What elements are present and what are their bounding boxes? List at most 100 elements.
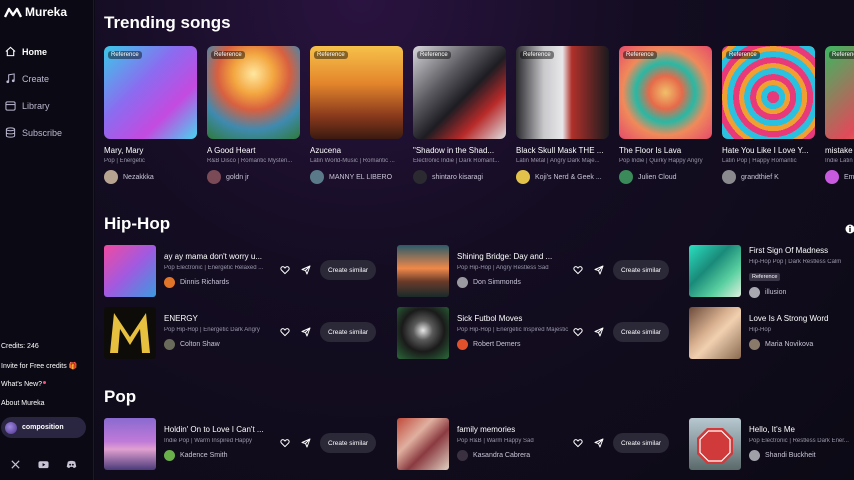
song-cover[interactable]: Reference	[516, 46, 609, 139]
heart-icon[interactable]	[573, 327, 583, 337]
song-title[interactable]: mistake	[825, 146, 854, 155]
nav-subscribe[interactable]: Subscribe	[0, 119, 94, 146]
trending-card[interactable]: Reference Azucena Latin World-Music | Ro…	[310, 46, 403, 184]
song-cover[interactable]	[689, 245, 741, 297]
share-icon[interactable]	[594, 438, 604, 448]
create-similar-button[interactable]: Create similar	[613, 433, 669, 453]
song-artist[interactable]: Julien Cloud	[619, 170, 712, 184]
song-artist[interactable]: Maria Novikova	[749, 339, 854, 350]
song-artist[interactable]: Nezakkka	[104, 170, 197, 184]
song-title[interactable]: A Good Heart	[207, 146, 300, 155]
song-artist[interactable]: Colton Shaw	[164, 339, 276, 350]
song-artist[interactable]: Em	[825, 170, 854, 184]
song-title[interactable]: Love Is A Strong Word	[749, 314, 854, 323]
app-logo[interactable]: Mureka	[4, 5, 67, 19]
trending-card[interactable]: Reference Hate You Like I Love Y... Lati…	[722, 46, 815, 184]
song-artist[interactable]: Koji's Nerd & Geek ...	[516, 170, 609, 184]
song-title[interactable]: Black Skull Mask THE ...	[516, 146, 609, 155]
heart-icon[interactable]	[280, 327, 290, 337]
song-row[interactable]: Holdin' On to Love I Can't ... Indie Pop…	[104, 418, 384, 470]
x-icon[interactable]	[10, 459, 21, 470]
trending-card[interactable]: Reference A Good Heart R&B Disco | Roman…	[207, 46, 300, 184]
song-artist[interactable]: Kasandra Cabrera	[457, 450, 569, 461]
share-icon[interactable]	[301, 327, 311, 337]
create-similar-button[interactable]: Create similar	[320, 322, 376, 342]
heart-icon[interactable]	[280, 438, 290, 448]
trending-card[interactable]: Reference mistake Indie Latin Em	[825, 46, 854, 184]
song-cover[interactable]	[104, 307, 156, 359]
song-title[interactable]: Shining Bridge: Day and ...	[457, 252, 569, 261]
song-title[interactable]: Holdin' On to Love I Can't ...	[164, 425, 276, 434]
song-artist[interactable]: shintaro kisaragi	[413, 170, 506, 184]
song-cover[interactable]	[104, 245, 156, 297]
youtube-icon[interactable]	[38, 459, 49, 470]
song-cover[interactable]	[397, 418, 449, 470]
create-similar-button[interactable]: Create similar	[613, 322, 669, 342]
song-row[interactable]: Sick Futbol Moves Pop Hip-Hop | Energeti…	[397, 307, 677, 359]
whats-new-link[interactable]: What's New?	[0, 375, 94, 394]
song-row[interactable]: family memories Pop R&B | Warm Happy Sad…	[397, 418, 677, 470]
share-icon[interactable]	[594, 265, 604, 275]
song-row[interactable]: ENERGY Pop Hip-Hop | Energetic Dark Angr…	[104, 307, 384, 359]
song-artist[interactable]: grandthief K	[722, 170, 815, 184]
song-cover[interactable]	[689, 418, 741, 470]
nav-home[interactable]: Home	[0, 38, 94, 65]
song-cover[interactable]: Reference	[413, 46, 506, 139]
heart-icon[interactable]	[573, 265, 583, 275]
share-icon[interactable]	[301, 438, 311, 448]
song-title[interactable]: family memories	[457, 425, 569, 434]
song-cover[interactable]: Reference	[207, 46, 300, 139]
user-account-button[interactable]: composition	[1, 417, 86, 438]
song-title[interactable]: ENERGY	[164, 314, 276, 323]
song-cover[interactable]	[104, 418, 156, 470]
song-artist[interactable]: illusion	[749, 287, 854, 298]
song-title[interactable]: Azucena	[310, 146, 403, 155]
song-row[interactable]: Shining Bridge: Day and ... Pop Hip-Hop …	[397, 245, 677, 297]
about-link[interactable]: About Mureka	[0, 394, 94, 413]
info-icon[interactable]	[845, 224, 854, 234]
song-row[interactable]: ay ay mama don't worry u... Pop Electron…	[104, 245, 384, 297]
song-cover[interactable]	[397, 245, 449, 297]
song-cover[interactable]: Reference	[104, 46, 197, 139]
nav-create[interactable]: Create	[0, 65, 94, 92]
song-title[interactable]: ay ay mama don't worry u...	[164, 252, 276, 261]
heart-icon[interactable]	[573, 438, 583, 448]
song-artist[interactable]: Shandi Buckheit	[749, 450, 854, 461]
discord-icon[interactable]	[66, 459, 77, 470]
create-similar-button[interactable]: Create similar	[320, 260, 376, 280]
song-artist[interactable]: goldn jr	[207, 170, 300, 184]
song-row[interactable]: Hello, It's Me Pop Electronic | Restless…	[689, 418, 854, 470]
song-artist[interactable]: Don Simmonds	[457, 277, 569, 288]
song-row[interactable]: Love Is A Strong Word Hip-Hop Maria Novi…	[689, 307, 854, 359]
song-artist[interactable]: Robert Demers	[457, 339, 569, 350]
share-icon[interactable]	[301, 265, 311, 275]
stop-sign-icon	[697, 428, 733, 464]
song-cover[interactable]: Reference	[722, 46, 815, 139]
heart-icon[interactable]	[280, 265, 290, 275]
song-title[interactable]: Mary, Mary	[104, 146, 197, 155]
song-title[interactable]: Hate You Like I Love Y...	[722, 146, 815, 155]
nav-library[interactable]: Library	[0, 92, 94, 119]
trending-card[interactable]: Reference The Floor Is Lava Pop Indie | …	[619, 46, 712, 184]
create-similar-button[interactable]: Create similar	[613, 260, 669, 280]
invite-link[interactable]: Invite for Free credits 🎁	[0, 356, 94, 375]
song-cover[interactable]: Reference	[310, 46, 403, 139]
song-cover[interactable]: Reference	[825, 46, 854, 139]
song-title[interactable]: Sick Futbol Moves	[457, 314, 569, 323]
song-artist[interactable]: Dinnis Richards	[164, 277, 276, 288]
song-title[interactable]: "Shadow in the Shad...	[413, 146, 506, 155]
trending-card[interactable]: Reference Black Skull Mask THE ... Latin…	[516, 46, 609, 184]
song-cover[interactable]: Reference	[619, 46, 712, 139]
song-cover[interactable]	[689, 307, 741, 359]
share-icon[interactable]	[594, 327, 604, 337]
song-title[interactable]: The Floor Is Lava	[619, 146, 712, 155]
song-cover[interactable]	[397, 307, 449, 359]
song-artist[interactable]: Kadence Smith	[164, 450, 276, 461]
create-similar-button[interactable]: Create similar	[320, 433, 376, 453]
song-title[interactable]: Hello, It's Me	[749, 425, 854, 434]
song-title[interactable]: First Sign Of Madness	[749, 246, 854, 255]
song-row[interactable]: First Sign Of Madness Hip-Hop Pop | Dark…	[689, 245, 854, 298]
song-artist[interactable]: MANNY EL LIBERO	[310, 170, 403, 184]
trending-card[interactable]: Reference Mary, Mary Pop | Energetic Nez…	[104, 46, 197, 184]
trending-card[interactable]: Reference "Shadow in the Shad... Electro…	[413, 46, 506, 184]
